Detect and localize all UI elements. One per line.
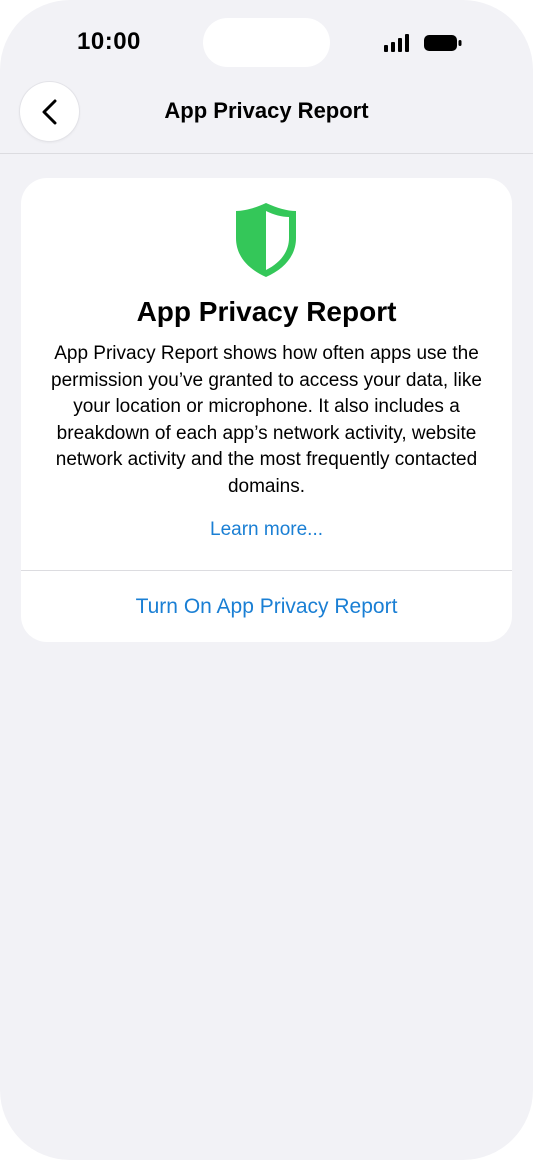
status-time: 10:00 — [77, 28, 141, 55]
learn-more-link[interactable]: Learn more... — [21, 519, 512, 541]
status-icons — [383, 33, 465, 53]
phone-screen: 10:00 App Privacy Report App Privacy Rep… — [0, 0, 533, 1160]
card-title: App Privacy Report — [136, 296, 397, 327]
privacy-report-card: App Privacy Report App Privacy Report sh… — [21, 178, 512, 642]
page-title: App Privacy Report — [164, 98, 369, 123]
shield-icon — [236, 203, 296, 277]
card-description: App Privacy Report shows how often apps … — [51, 343, 482, 497]
dynamic-island — [203, 18, 330, 67]
nav-divider — [0, 153, 533, 154]
battery-icon — [424, 35, 462, 51]
turn-on-app-privacy-report-button[interactable]: Turn On App Privacy Report — [21, 571, 512, 642]
